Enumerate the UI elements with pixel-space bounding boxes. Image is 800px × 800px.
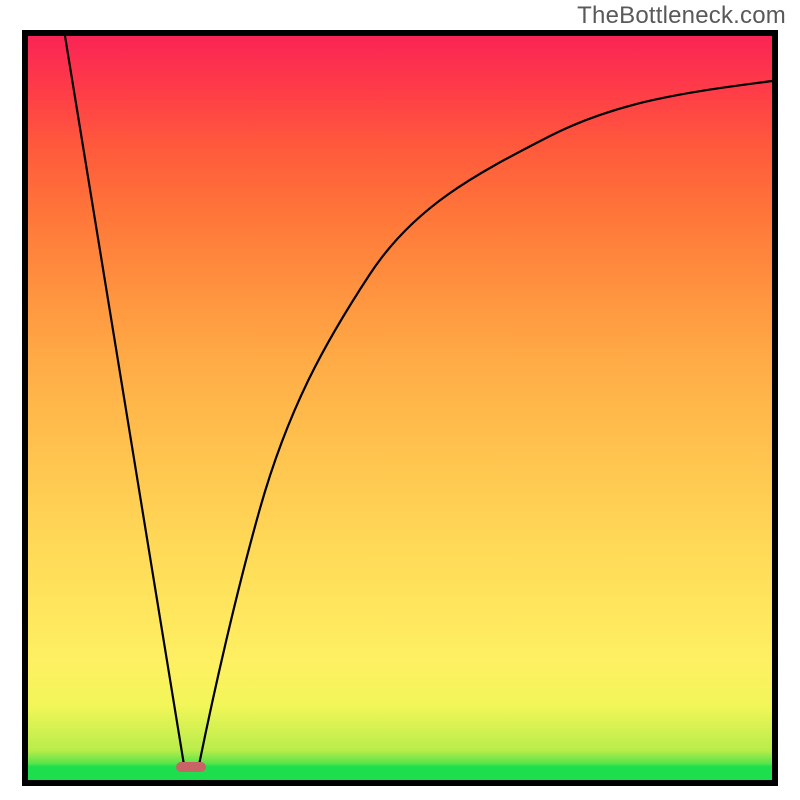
curve-svg — [28, 36, 772, 780]
chart-frame: TheBottleneck.com — [0, 0, 800, 800]
optimum-marker — [176, 762, 206, 772]
plot-area — [28, 36, 772, 780]
curve-left — [65, 36, 184, 765]
watermark-text: TheBottleneck.com — [577, 2, 786, 30]
plot-border — [22, 30, 778, 786]
curve-right — [199, 81, 772, 765]
